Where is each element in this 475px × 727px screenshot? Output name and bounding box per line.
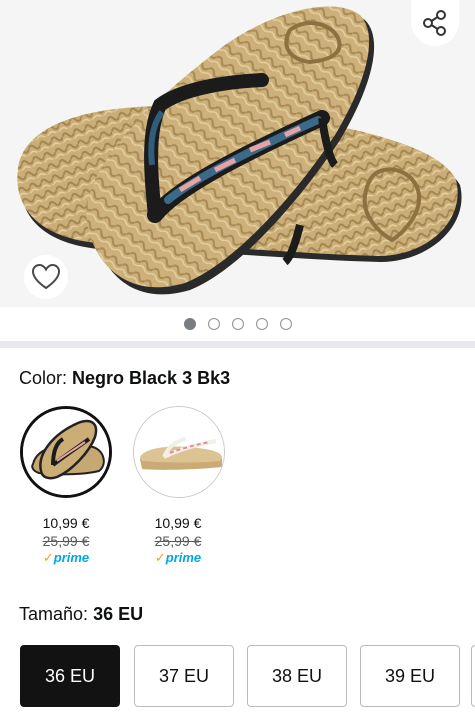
prime-label: prime [165,550,202,565]
swatch-image-black [23,409,109,495]
swatch-image-beige [134,407,224,497]
product-page: Color: Negro Black 3 Bk3 10,99 € 25,99 €… [0,0,475,727]
color-label: Color: [19,368,68,388]
color-option-price-black: 10,99 € 25,99 € ✓prime [16,514,116,566]
size-option-partial[interactable] [471,645,475,707]
size-selection-label: Tamaño: 36 EU [19,604,143,625]
color-swatch-beige[interactable] [133,406,225,498]
color-selected-value: Negro Black 3 Bk3 [72,368,231,388]
share-icon [423,10,446,36]
carousel-dot[interactable] [255,318,268,330]
prime-label: prime [53,550,90,565]
carousel-pagination [0,307,475,341]
price-original: 25,99 € [154,533,202,549]
size-option-38[interactable]: 38 EU [247,645,347,707]
size-option-36[interactable]: 36 EU [20,645,120,707]
carousel-dot[interactable] [279,318,292,330]
size-option-37[interactable]: 37 EU [134,645,234,707]
color-option-price-beige: 10,99 € 25,99 € ✓prime [128,514,228,566]
prime-badge: ✓prime [128,550,228,566]
product-image [17,6,462,295]
add-to-wishlist-button[interactable] [24,255,68,299]
product-image-carousel[interactable] [0,0,475,307]
price-original: 25,99 € [42,533,90,549]
size-option-39[interactable]: 39 EU [360,645,460,707]
prime-check-icon: ✓ [154,550,166,565]
prime-badge: ✓prime [16,550,116,566]
share-button[interactable] [411,0,459,46]
price-current: 10,99 € [154,515,202,531]
heart-icon [31,263,61,290]
size-selected-value: 36 EU [93,604,144,624]
color-swatch-black[interactable] [20,406,112,498]
section-divider [0,341,475,348]
carousel-dot[interactable] [207,318,220,330]
carousel-dot[interactable] [183,318,196,330]
carousel-dot[interactable] [231,318,244,330]
price-current: 10,99 € [42,515,90,531]
size-label: Tamaño: [19,604,89,624]
color-selection-label: Color: Negro Black 3 Bk3 [19,368,230,389]
prime-check-icon: ✓ [42,550,54,565]
